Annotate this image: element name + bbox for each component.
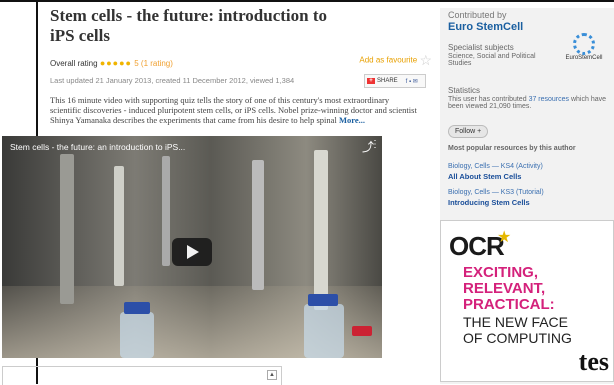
resource-2-title[interactable]: Introducing Stem Cells <box>448 198 530 207</box>
star-icon: ★ <box>497 229 512 246</box>
pipette <box>252 160 264 290</box>
add-favourite-button[interactable]: Add as favourite ☆ <box>359 52 432 69</box>
rating-dots-icon: ●●●●● <box>99 58 132 68</box>
share-label: SHARE <box>377 78 398 84</box>
pipette <box>114 166 124 286</box>
author-link[interactable]: Euro StemCell <box>448 21 523 33</box>
logo-text: EuroStemCell <box>565 55 603 61</box>
updated-info: Last updated 21 January 2013, created 11… <box>50 76 295 85</box>
contributed-by-label: Contributed by <box>448 10 507 20</box>
ad-line-5: OF COMPUTING <box>463 330 572 346</box>
advert-banner[interactable]: OCR ★ EXCITING, RELEVANT, PRACTICAL: THE… <box>440 220 614 382</box>
eurostemcell-logo: EuroStemCell <box>562 33 606 75</box>
tes-logo: tes <box>578 347 609 376</box>
ad-line-4: THE NEW FACE <box>463 314 569 330</box>
ad-line-3: PRACTICAL: <box>463 296 555 313</box>
pipette <box>60 154 74 304</box>
rating-row: Overall rating ●●●●● 5 (1 rating) <box>50 58 173 68</box>
resource-1-title[interactable]: All About Stem Cells <box>448 172 521 181</box>
bottle-cap <box>308 294 338 306</box>
resource-description: This 16 minute video with supporting qui… <box>50 95 420 125</box>
rating-label: Overall rating <box>50 59 98 68</box>
statistics-text: This user has contributed 37 resources w… <box>448 96 608 110</box>
plus-icon: + <box>367 78 375 84</box>
pipette <box>162 156 170 266</box>
add-favourite-label: Add as favourite <box>359 55 418 65</box>
specialist-value: Science, Social and Political Studies <box>448 53 536 67</box>
statistics-label: Statistics <box>448 86 481 95</box>
follow-button[interactable]: Follow + <box>448 125 489 138</box>
video-title: Stem cells - the future: an introduction… <box>10 142 186 152</box>
bottle-cap <box>124 302 150 314</box>
play-button[interactable] <box>172 238 212 266</box>
rating-count-link[interactable]: 5 (1 rating) <box>134 59 173 68</box>
page-title: Stem cells - the future: introduction to… <box>50 6 328 45</box>
scroll-up-icon[interactable]: ▲ <box>267 370 277 380</box>
bottle-cap <box>352 326 372 336</box>
video-player[interactable]: Stem cells - the future: an introduction… <box>2 136 382 358</box>
lab-bottle <box>304 304 344 358</box>
popular-label: Most popular resources by this author <box>448 145 576 152</box>
stats-resources-link[interactable]: 37 resources <box>529 96 569 103</box>
video-menu-icon[interactable]: ⋮ <box>370 139 380 150</box>
resource-2-meta[interactable]: Biology, Cells — KS3 (Tutorial) <box>448 189 544 196</box>
resource-1-meta[interactable]: Biology, Cells — KS4 (Activity) <box>448 163 543 170</box>
more-link[interactable]: More... <box>339 115 365 125</box>
lab-bottle <box>120 312 154 358</box>
ad-line-1: EXCITING, <box>463 264 539 281</box>
comment-box[interactable]: ▲ <box>2 366 282 385</box>
ad-line-2: RELEVANT, <box>463 280 546 297</box>
star-icon: ☆ <box>419 52 432 68</box>
share-button[interactable]: + SHARE f ▪ ✉ <box>364 74 426 88</box>
stats-prefix: This user has contributed <box>448 96 527 103</box>
specialist-label: Specialist subjects <box>448 43 514 52</box>
social-icons: f ▪ ✉ <box>405 78 418 85</box>
logo-ring-icon <box>573 33 595 55</box>
ocr-logo: OCR <box>449 231 505 261</box>
resource-main: Stem cells - the future: introduction to… <box>50 6 432 125</box>
pipette <box>314 150 328 310</box>
sidebar: Contributed by Euro StemCell EuroStemCel… <box>440 8 614 384</box>
